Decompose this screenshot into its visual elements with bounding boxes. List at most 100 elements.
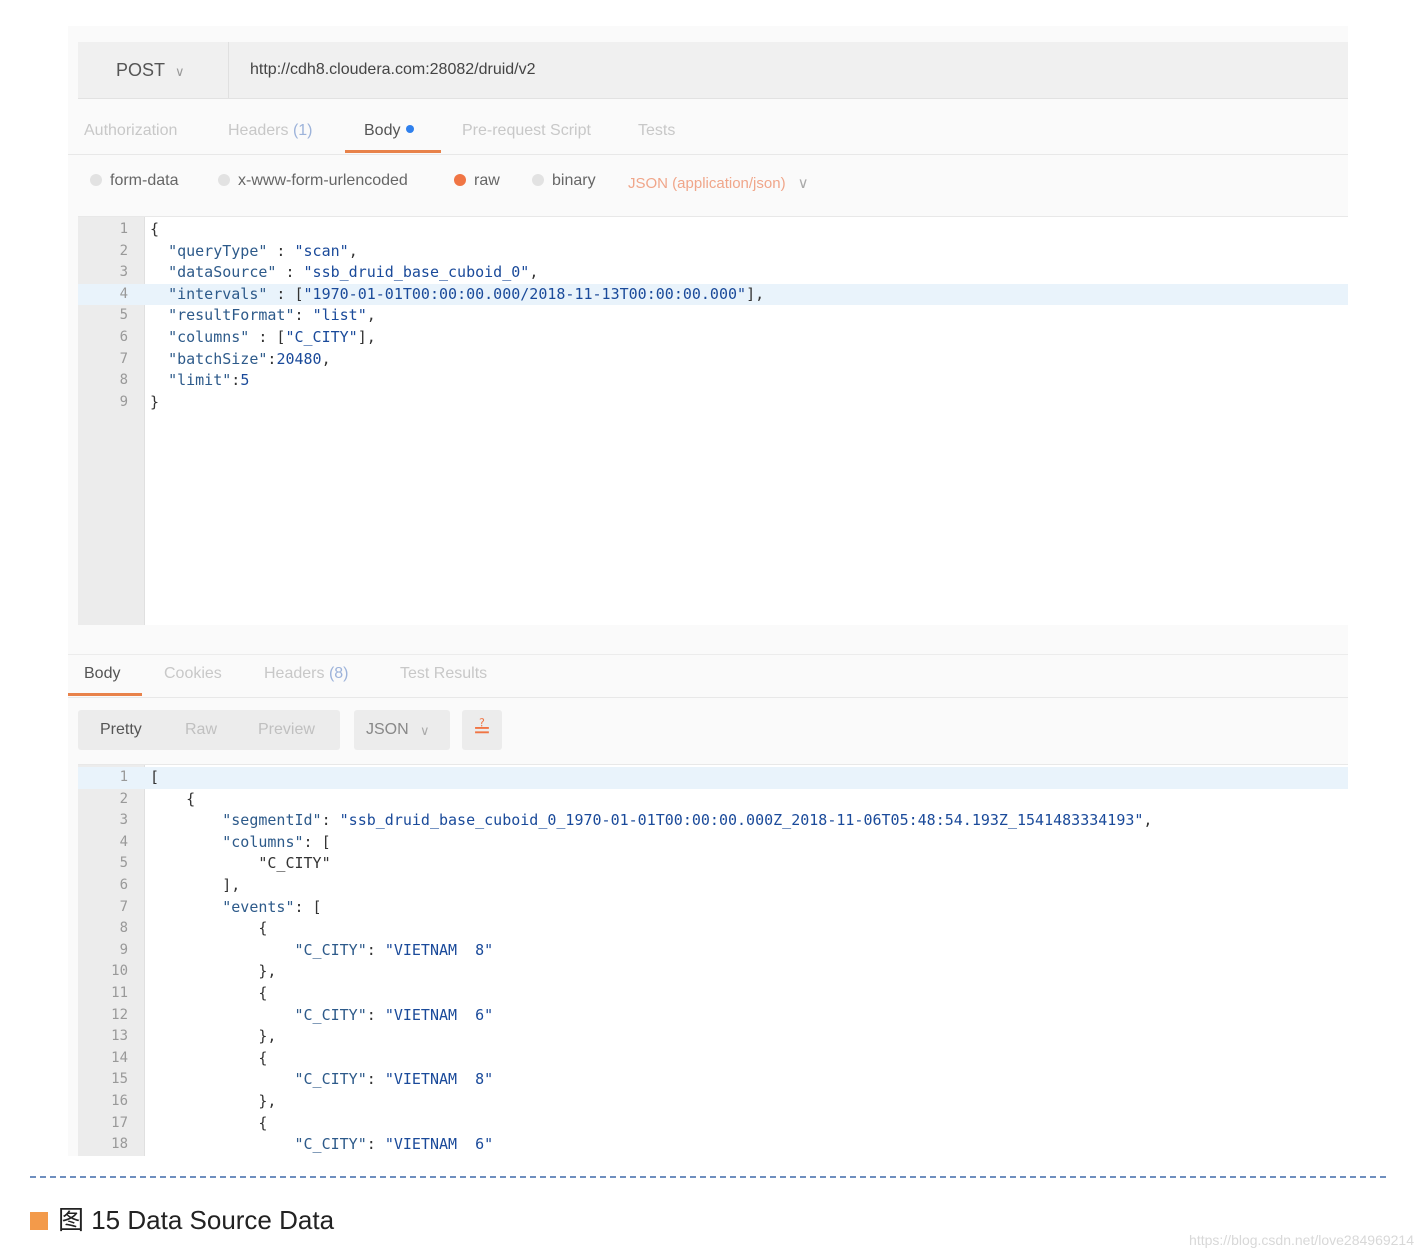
line-number: 17 [111, 1114, 128, 1131]
code-text: "limit":5 [168, 371, 250, 390]
line-number: 5 [119, 855, 128, 872]
code-line: 6 ], [78, 875, 1348, 897]
code-text: "segmentId": "ssb_druid_base_cuboid_0_19… [222, 811, 1153, 830]
format-select-label: JSON [366, 721, 409, 738]
tab-response-body[interactable]: Body [84, 665, 120, 683]
tab-cookies[interactable]: Cookies [164, 665, 222, 683]
code-text: }, [150, 962, 277, 981]
view-mode-group: Pretty Raw Preview [78, 710, 340, 750]
code-line: 10 }, [78, 961, 1348, 983]
code-text: { [150, 984, 268, 1002]
code-line: 1[ [78, 767, 1348, 789]
figure-caption: 图 15 Data Source Data [30, 1200, 334, 1237]
line-number: 3 [119, 812, 128, 829]
view-preview-button[interactable]: Preview [258, 721, 315, 739]
code-text: "dataSource" : "ssb_druid_base_cuboid_0"… [168, 263, 539, 282]
view-pretty-button[interactable]: Pretty [100, 721, 142, 739]
method-select[interactable]: POST ∨ [116, 60, 185, 81]
option-binary[interactable]: binary [532, 172, 596, 190]
line-number: 5 [119, 307, 128, 324]
tab-headers-label: Headers [228, 122, 289, 139]
code-text: "intervals" : ["1970-01-01T00:00:00.000/… [168, 284, 765, 303]
option-form-data-label: form-data [110, 172, 179, 189]
code-line: 3 "dataSource" : "ssb_druid_base_cuboid_… [78, 262, 1348, 284]
code-line: 8 { [78, 918, 1348, 940]
code-line: 6 "columns" : ["C_CITY"], [78, 327, 1348, 349]
format-select[interactable]: JSON ∨ [354, 710, 450, 750]
content-type-select[interactable]: JSON (application/json) ∨ [628, 174, 809, 192]
url-bar: POST ∨ http://cdh8.cloudera.com:28082/dru… [78, 42, 1348, 99]
code-text: "C_CITY": "VIETNAM 6" [294, 1135, 494, 1154]
code-line: 9 "C_CITY": "VIETNAM 8" [78, 940, 1348, 962]
code-line: 2 { [78, 789, 1348, 811]
url-input[interactable]: http://cdh8.cloudera.com:28082/druid/v2 [250, 61, 536, 79]
code-text: "columns" : ["C_CITY"], [168, 328, 376, 346]
code-line: 4 "intervals" : ["1970-01-01T00:00:00.00… [78, 283, 1348, 306]
code-text: }, [150, 1092, 277, 1110]
tab-authorization[interactable]: Authorization [84, 122, 177, 140]
code-line: 16 }, [78, 1091, 1348, 1113]
code-text: { [150, 1113, 268, 1132]
tab-prerequest-script[interactable]: Pre-request Script [462, 122, 591, 140]
request-body-editor[interactable]: 1{2 "queryType" : "scan", 3 "dataSource" … [78, 216, 1348, 625]
code-text: "columns": [ [222, 832, 331, 851]
code-line: 18 "C_CITY": "VIETNAM 6" [78, 1134, 1348, 1156]
chevron-down-icon: ∨ [175, 64, 185, 79]
code-text: "C_CITY": "VIETNAM 6" [294, 1005, 494, 1024]
code-text: "resultFormat": "list", [168, 306, 376, 325]
option-raw[interactable]: raw [454, 172, 500, 190]
tab-headers-count: (1) [292, 122, 313, 139]
tab-headers[interactable]: Headers (1) [228, 122, 313, 140]
line-number: 13 [111, 1028, 128, 1045]
code-line: 9} [78, 392, 1348, 414]
code-text: { [150, 220, 160, 238]
line-number: 8 [119, 920, 128, 937]
option-raw-label: raw [474, 172, 500, 189]
caption-text: 图 15 Data Source Data [58, 1205, 335, 1235]
code-line: 15 "C_CITY": "VIETNAM 8" [78, 1069, 1348, 1091]
modified-dot-icon [406, 125, 415, 133]
code-text: [ [150, 768, 160, 786]
tab-response-headers[interactable]: Headers (8) [264, 665, 349, 683]
line-number: 6 [119, 329, 128, 345]
chevron-down-icon: ∨ [420, 723, 430, 738]
code-text: } [150, 392, 160, 411]
code-text: "batchSize":20480, [168, 349, 331, 368]
radio-selected-icon [454, 174, 466, 186]
caption-marker-icon [30, 1212, 48, 1230]
code-text: { [150, 789, 196, 808]
line-number: 8 [119, 372, 128, 389]
line-number: 6 [119, 877, 128, 893]
line-number: 3 [119, 264, 128, 281]
tab-response-headers-count: (8) [328, 665, 349, 682]
code-line: 3 "segmentId": "ssb_druid_base_cuboid_0_… [78, 810, 1348, 832]
code-text: "events": [ [222, 897, 322, 916]
code-text: "C_CITY" [150, 854, 331, 873]
code-line: 11 { [78, 983, 1348, 1005]
request-tabs: Authorization Headers (1) Body Pre-reque… [68, 110, 1348, 155]
content-type-label: JSON (application/json) [628, 175, 786, 192]
option-urlencoded[interactable]: x-www-form-urlencoded [218, 172, 408, 190]
radio-icon [218, 174, 230, 186]
code-line: 12 "C_CITY": "VIETNAM 6" [78, 1005, 1348, 1027]
line-number: 4 [119, 285, 128, 302]
response-body-viewer[interactable]: 1[2 {3 "segmentId": "ssb_druid_base_cubo… [78, 764, 1348, 1156]
line-number: 9 [119, 393, 128, 410]
wrap-lines-icon[interactable]: ≟ [462, 710, 502, 750]
tab-body[interactable]: Body [364, 122, 415, 140]
code-text: }, [150, 1027, 277, 1046]
divider [228, 42, 229, 98]
postman-screenshot: POST ∨ http://cdh8.cloudera.com:28082/dru… [68, 26, 1348, 1156]
tab-tests[interactable]: Tests [638, 122, 675, 140]
line-number: 7 [119, 350, 128, 367]
line-number: 12 [111, 1006, 128, 1023]
line-number: 2 [119, 790, 128, 807]
code-line: 7 "batchSize":20480, [78, 349, 1348, 371]
option-form-data[interactable]: form-data [90, 172, 178, 190]
option-urlencoded-label: x-www-form-urlencoded [238, 172, 408, 189]
line-number: 9 [119, 941, 128, 958]
view-raw-button[interactable]: Raw [185, 721, 217, 739]
chevron-down-icon: ∨ [797, 175, 809, 192]
code-line: 8 "limit":5 [78, 370, 1348, 392]
tab-test-results[interactable]: Test Results [400, 665, 487, 683]
